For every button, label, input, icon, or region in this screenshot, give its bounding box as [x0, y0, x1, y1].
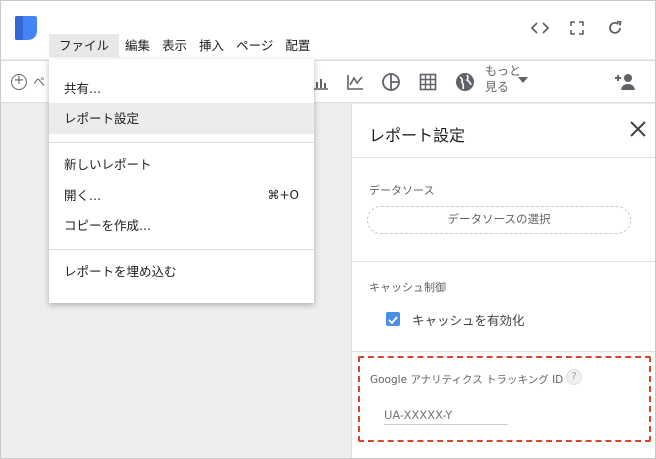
help-icon[interactable]: ? [566, 369, 582, 385]
menu-insert[interactable]: 挿入 [193, 34, 230, 57]
more-charts-button[interactable]: もっと見る [485, 63, 533, 101]
ga-tracking-id-input[interactable] [384, 405, 508, 425]
cache-enable-checkbox[interactable] [386, 312, 400, 326]
menu-item-embed-report[interactable]: レポートを埋め込む [49, 256, 314, 287]
line-chart-icon[interactable] [344, 71, 366, 93]
menu-divider [49, 249, 314, 250]
divider [352, 157, 655, 158]
menu-item-share[interactable]: 共有... [49, 73, 314, 104]
menu-divider [49, 142, 314, 143]
add-person-icon[interactable] [613, 71, 637, 93]
add-page-icon[interactable]: + [11, 74, 27, 90]
cache-enable-label[interactable]: キャッシュを有効化 [412, 310, 525, 329]
menu-item-make-copy[interactable]: コピーを作成... [49, 210, 314, 241]
divider [352, 351, 655, 352]
header: ファイル 編集 表示 挿入 ページ 配置 [1, 1, 655, 59]
fullscreen-icon[interactable] [566, 18, 588, 38]
checkmark-icon [388, 316, 398, 325]
divider [352, 261, 655, 262]
menu-edit[interactable]: 編集 [119, 34, 156, 57]
table-icon[interactable] [417, 71, 439, 93]
panel-title: レポート設定 [369, 126, 466, 145]
data-source-label: データソース [369, 184, 435, 197]
file-menu-dropdown: 共有... レポート設定 新しいレポート 開く... ⌘+O コピーを作成...… [49, 59, 314, 303]
data-studio-logo-icon[interactable] [14, 15, 38, 41]
menu-view[interactable]: 表示 [156, 34, 193, 57]
menu-bar: ファイル 編集 表示 挿入 ページ 配置 [49, 34, 316, 57]
cache-control-label: キャッシュ制御 [369, 281, 446, 294]
menu-file[interactable]: ファイル [49, 34, 120, 57]
report-settings-panel: レポート設定 データソース データソースの選択 キャッシュ制御 キャッシュを有効… [351, 104, 655, 458]
shortcut-label: ⌘+O [267, 188, 300, 202]
menu-page[interactable]: ページ [230, 34, 279, 57]
select-data-source-button[interactable]: データソースの選択 [367, 206, 631, 234]
ga-tracking-label: Google アナリティクス トラッキング ID [370, 374, 564, 386]
app-window: ファイル 編集 表示 挿入 ページ 配置 + ペ もっと見る レポート設定 デー… [0, 0, 656, 459]
menu-item-report-settings[interactable]: レポート設定 [49, 103, 314, 134]
refresh-icon[interactable] [604, 18, 626, 38]
add-page-label[interactable]: ペ [33, 73, 45, 90]
close-icon[interactable] [627, 118, 649, 140]
code-embed-icon[interactable] [529, 18, 551, 38]
more-charts-label: もっと見る [485, 64, 522, 94]
menu-arrange[interactable]: 配置 [279, 34, 316, 57]
menu-item-open[interactable]: 開く... ⌘+O [49, 180, 314, 211]
menu-item-new-report[interactable]: 新しいレポート [49, 149, 314, 180]
menu-item-open-label: 開く... [64, 188, 101, 203]
ga-tracking-highlight: Google アナリティクス トラッキング ID ? [358, 356, 651, 442]
geo-map-icon[interactable] [454, 71, 476, 93]
pie-chart-icon[interactable] [380, 71, 402, 93]
caret-down-icon [518, 77, 528, 83]
